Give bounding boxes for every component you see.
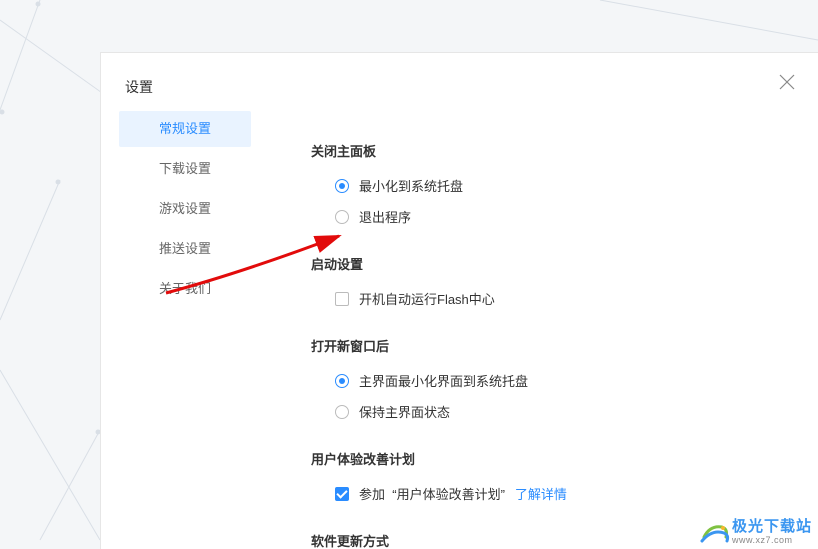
sidebar-item-general[interactable]: 常规设置 (119, 111, 251, 147)
option-uex-join[interactable]: 参加 “用户体验改善计划” 了解详情 (335, 484, 798, 503)
watermark: 极光下载站 www.xz7.com (700, 519, 812, 545)
section-newwindow-title: 打开新窗口后 (311, 336, 798, 355)
settings-panel: 设置 常规设置 下载设置 游戏设置 推送设置 关于我们 关闭主面板 最小化到系统… (100, 52, 818, 549)
section-close-panel-title: 关闭主面板 (311, 141, 798, 160)
sidebar-item-push[interactable]: 推送设置 (119, 231, 251, 267)
option-newwin-keep[interactable]: 保持主界面状态 (335, 402, 798, 421)
option-label: 最小化到系统托盘 (359, 176, 463, 195)
sidebar-item-about[interactable]: 关于我们 (119, 271, 251, 307)
option-autorun-flash[interactable]: 开机自动运行Flash中心 (335, 289, 798, 308)
uex-learn-more-link[interactable]: 了解详情 (515, 484, 567, 503)
checkbox-icon (335, 292, 349, 306)
option-label: 保持主界面状态 (359, 402, 450, 421)
option-minimize-to-tray[interactable]: 最小化到系统托盘 (335, 176, 798, 195)
sidebar-item-game[interactable]: 游戏设置 (119, 191, 251, 227)
option-label: 退出程序 (359, 207, 411, 226)
checkbox-icon (335, 487, 349, 501)
option-label: 开机自动运行Flash中心 (359, 289, 495, 308)
option-label: 主界面最小化界面到系统托盘 (359, 371, 528, 390)
radio-icon (335, 405, 349, 419)
option-label: 参加 “用户体验改善计划” (359, 484, 505, 503)
section-uex-title: 用户体验改善计划 (311, 449, 798, 468)
page-title: 设置 (125, 77, 153, 97)
option-newwin-minimize[interactable]: 主界面最小化界面到系统托盘 (335, 371, 798, 390)
sidebar: 常规设置 下载设置 游戏设置 推送设置 关于我们 (119, 111, 251, 311)
option-exit-program[interactable]: 退出程序 (335, 207, 798, 226)
content-area: 关闭主面板 最小化到系统托盘 退出程序 启动设置 开机自动运行Flash中心 打… (311, 135, 798, 549)
radio-icon (335, 179, 349, 193)
watermark-url: www.xz7.com (732, 536, 812, 545)
close-button[interactable] (778, 73, 796, 91)
radio-icon (335, 210, 349, 224)
aurora-logo-icon (700, 519, 730, 545)
radio-icon (335, 374, 349, 388)
sidebar-item-download[interactable]: 下载设置 (119, 151, 251, 187)
section-startup-title: 启动设置 (311, 254, 798, 273)
watermark-name: 极光下载站 (732, 519, 812, 534)
